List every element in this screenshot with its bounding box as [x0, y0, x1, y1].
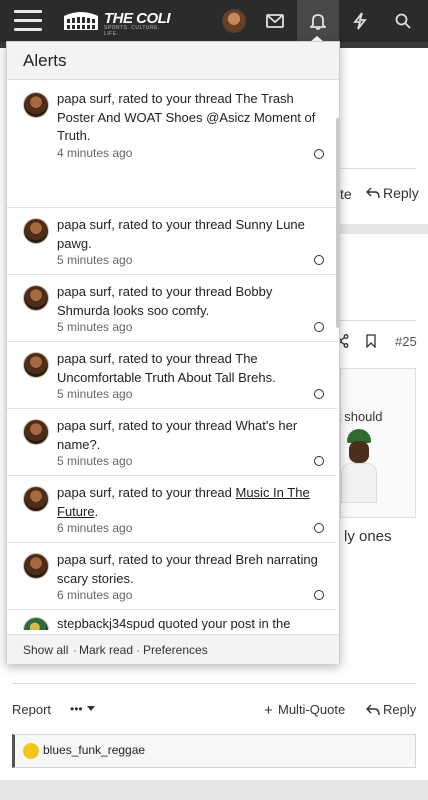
- multi-quote-partial[interactable]: te: [340, 186, 352, 202]
- page-footer: [0, 780, 428, 800]
- avatar[interactable]: [23, 285, 49, 311]
- scrollbar[interactable]: [336, 118, 340, 328]
- avatar[interactable]: [23, 617, 49, 630]
- logo-tagline: SPORTS. CULTURE. LIFE.: [104, 25, 160, 37]
- alert-text[interactable]: papa surf, rated to your thread What's h…: [57, 417, 325, 454]
- alert-text[interactable]: stepbackj34spud quoted your post in the …: [57, 615, 325, 630]
- alert-item[interactable]: papa surf, rated to your thread Bobby Sh…: [7, 276, 337, 342]
- reaction-bar[interactable]: blues_funk_reggae: [12, 734, 416, 768]
- reply-icon: [366, 704, 380, 716]
- mark-read-toggle[interactable]: [314, 456, 324, 466]
- bookmark-icon[interactable]: [366, 334, 376, 348]
- avatar[interactable]: [23, 218, 49, 244]
- report-link[interactable]: Report: [12, 702, 51, 717]
- mark-read-toggle[interactable]: [314, 523, 324, 533]
- post-text-partial: ly ones: [344, 528, 392, 545]
- top-bar: THE COLI SPORTS. CULTURE. LIFE.: [0, 0, 428, 42]
- avatar[interactable]: [23, 486, 49, 512]
- mark-read-toggle[interactable]: [314, 255, 324, 265]
- lightning-icon[interactable]: [339, 0, 381, 42]
- alert-item[interactable]: papa surf, rated to your thread The Tras…: [7, 82, 337, 208]
- footer-separator: ·: [136, 643, 140, 657]
- alerts-footer: Show all · Mark read · Preferences: [7, 634, 339, 664]
- menu-icon[interactable]: [14, 10, 42, 32]
- mark-read-link[interactable]: Mark read: [79, 643, 133, 657]
- alert-time: 6 minutes ago: [57, 521, 133, 535]
- post-separator: [340, 224, 428, 234]
- alerts-header: Alerts: [7, 42, 339, 80]
- show-all-link[interactable]: Show all: [23, 643, 68, 657]
- mark-read-toggle[interactable]: [314, 590, 324, 600]
- avatar[interactable]: [23, 419, 49, 445]
- reply-button-2[interactable]: Reply: [366, 702, 416, 721]
- more-dots: •••: [70, 702, 83, 716]
- mark-read-toggle[interactable]: [314, 149, 324, 159]
- alerts-list[interactable]: papa surf, rated to your thread The Tras…: [7, 82, 339, 630]
- preview-image: [341, 429, 385, 507]
- alert-text[interactable]: papa surf, rated to your thread Sunny Lu…: [57, 216, 325, 253]
- alerts-dropdown: Alerts papa surf, rated to your thread T…: [6, 41, 340, 664]
- reply-label: Reply: [383, 702, 417, 717]
- alert-text-suffix: .: [94, 503, 99, 519]
- avatar[interactable]: [23, 352, 49, 378]
- inbox-icon[interactable]: [254, 0, 296, 42]
- multi-quote-label: Multi-Quote: [278, 702, 346, 717]
- alert-time: 5 minutes ago: [57, 387, 133, 401]
- alert-time: 4 minutes ago: [57, 146, 133, 160]
- mark-read-toggle[interactable]: [314, 322, 324, 332]
- chevron-down-icon: [87, 706, 95, 711]
- alert-item[interactable]: papa surf, rated to your thread Sunny Lu…: [7, 209, 337, 275]
- alert-time: 6 minutes ago: [57, 588, 133, 602]
- user-avatar[interactable]: [222, 9, 246, 33]
- avatar[interactable]: [23, 553, 49, 579]
- reaction-user[interactable]: blues_funk_reggae: [43, 743, 145, 757]
- reply-label: Reply: [383, 185, 419, 201]
- more-menu-button[interactable]: •••: [70, 700, 95, 718]
- embedded-preview: t should: [337, 368, 416, 518]
- reply-icon: [366, 187, 380, 199]
- alert-time: 5 minutes ago: [57, 454, 133, 468]
- avatar[interactable]: [23, 92, 49, 118]
- multi-quote-button[interactable]: + Multi-Quote: [264, 702, 345, 720]
- alert-text[interactable]: papa surf, rated to your thread The Tras…: [57, 90, 325, 146]
- alerts-title: Alerts: [23, 51, 67, 70]
- reply-button[interactable]: Reply: [366, 185, 419, 204]
- divider: [340, 320, 416, 321]
- alert-item[interactable]: stepbackj34spud quoted your post in the …: [7, 611, 337, 630]
- alert-text-prefix: papa surf, rated to your thread: [57, 485, 236, 500]
- preview-text: t should: [337, 409, 383, 424]
- alert-text[interactable]: papa surf, rated to your thread Music In…: [57, 484, 325, 521]
- alert-text[interactable]: papa surf, rated to your thread Bobby Sh…: [57, 283, 325, 320]
- post-number[interactable]: #25: [395, 334, 417, 349]
- colosseum-icon: [64, 12, 98, 30]
- mark-read-toggle[interactable]: [314, 389, 324, 399]
- alert-time: 5 minutes ago: [57, 320, 133, 334]
- laughing-emoji-icon: [23, 743, 39, 759]
- alert-time: 5 minutes ago: [57, 253, 133, 267]
- site-logo[interactable]: THE COLI SPORTS. CULTURE. LIFE.: [62, 8, 171, 37]
- alert-item[interactable]: papa surf, rated to your thread The Unco…: [7, 343, 337, 409]
- alert-item[interactable]: papa surf, rated to your thread Breh nar…: [7, 544, 337, 610]
- alert-text[interactable]: papa surf, rated to your thread Breh nar…: [57, 551, 325, 588]
- plus-icon: +: [264, 702, 273, 719]
- footer-separator: ·: [73, 643, 77, 657]
- preferences-link[interactable]: Preferences: [143, 643, 208, 657]
- alert-text[interactable]: papa surf, rated to your thread The Unco…: [57, 350, 325, 387]
- post-footer-divider: [12, 683, 416, 684]
- search-icon[interactable]: [382, 0, 424, 42]
- divider: [340, 168, 416, 169]
- alert-item[interactable]: papa surf, rated to your thread Music In…: [7, 477, 337, 543]
- alert-item[interactable]: papa surf, rated to your thread What's h…: [7, 410, 337, 476]
